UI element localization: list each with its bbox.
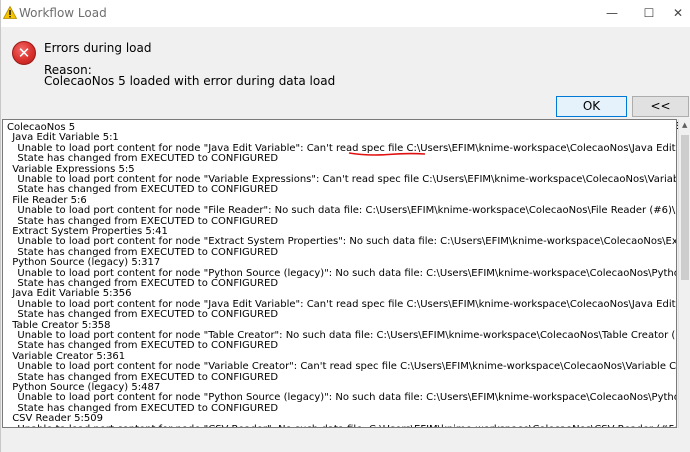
warning-icon bbox=[3, 6, 17, 19]
scroll-up-arrow-icon[interactable]: ▲ bbox=[682, 121, 687, 129]
ok-button[interactable]: OK bbox=[556, 96, 627, 117]
minimize-button[interactable]: — bbox=[597, 0, 627, 27]
log-line: State has changed from EXECUTED to CONFI… bbox=[17, 340, 279, 352]
log-line: Unable to load port content for node "Ex… bbox=[17, 236, 677, 248]
log-line: State has changed from EXECUTED to CONFI… bbox=[17, 153, 279, 165]
scrollbar-thumb[interactable] bbox=[681, 135, 689, 280]
workflow-load-dialog: Workflow Load — ☐ ✕ ✕ Errors during load… bbox=[0, 0, 690, 452]
error-title: Errors during load bbox=[44, 41, 152, 55]
log-line: Python Source (legacy) 5:317 bbox=[12, 257, 161, 269]
error-icon: ✕ bbox=[12, 41, 36, 65]
log-line: Unable to load port content for node "Py… bbox=[17, 392, 677, 404]
log-line: Java Edit Variable 5:1 bbox=[12, 132, 119, 144]
log-line: Unable to load port content for node "Va… bbox=[17, 361, 677, 373]
close-button[interactable]: ✕ bbox=[663, 0, 690, 27]
log-line: Java Edit Variable 5:356 bbox=[12, 288, 132, 300]
maximize-button[interactable]: ☐ bbox=[634, 0, 664, 27]
log-line: State has changed from EXECUTED to CONFI… bbox=[17, 184, 279, 196]
details-toggle-button[interactable]: << Details bbox=[632, 96, 689, 132]
log-line: State has changed from EXECUTED to CONFI… bbox=[17, 309, 279, 321]
title-bar[interactable]: Workflow Load — ☐ ✕ bbox=[1, 0, 690, 27]
horizontal-scrollbar[interactable] bbox=[2, 428, 678, 438]
reason-text: ColecaoNos 5 loaded with error during da… bbox=[44, 74, 336, 88]
error-details-log[interactable]: ColecaoNos 5 Java Edit Variable 5:1 Unable… bbox=[2, 119, 677, 428]
red-underline-annotation bbox=[348, 152, 426, 156]
log-line: Unable to load port content for node "Fi… bbox=[17, 205, 676, 217]
vertical-scrollbar[interactable]: ▲ bbox=[678, 119, 690, 428]
log-line: CSV Reader 5:509 bbox=[12, 413, 103, 425]
window-title: Workflow Load bbox=[19, 6, 107, 20]
